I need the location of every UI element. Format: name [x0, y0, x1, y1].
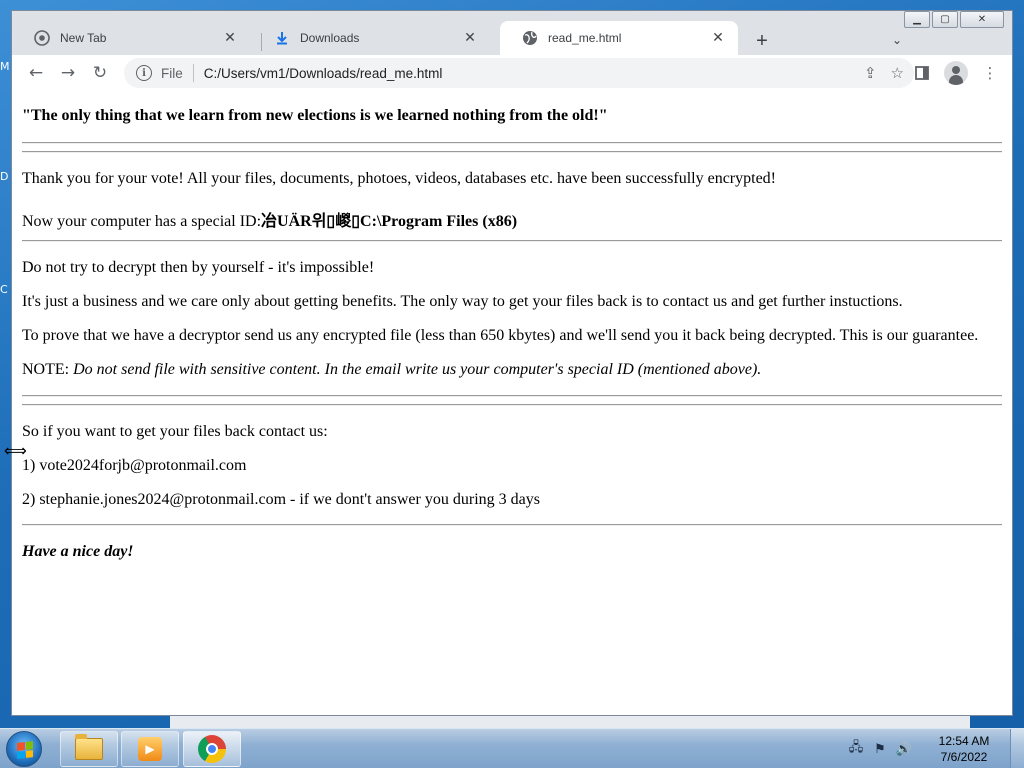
- contact-email-1: 1) vote2024forjb@protonmail.com: [22, 457, 247, 474]
- page-title-quote: "The only thing that we learn from new e…: [22, 107, 608, 124]
- info-icon[interactable]: i: [136, 65, 152, 81]
- bookmark-star-icon[interactable]: ☆: [891, 64, 904, 82]
- address-bar[interactable]: i File C:/Users/vm1/Downloads/read_me.ht…: [124, 58, 914, 88]
- windows-logo-icon: [17, 741, 33, 759]
- browser-window: ▁ ▢ ✕ New Tab ✕ Downloads ✕ read_me.html…: [11, 10, 1013, 716]
- divider: [22, 404, 1002, 406]
- note-body: Do not send file with sensitive content.…: [73, 361, 762, 378]
- new-tab-button[interactable]: +: [750, 29, 774, 53]
- chrome-icon: [198, 735, 226, 763]
- dont-decrypt-text: Do not try to decrypt then by yourself -…: [22, 259, 375, 276]
- omnibox-divider: [192, 64, 194, 82]
- tab-label: Downloads: [300, 31, 360, 45]
- clock-time: 12:54 AM: [938, 734, 990, 748]
- show-desktop-button[interactable]: [1010, 729, 1024, 768]
- divider: [22, 142, 1002, 144]
- volume-icon[interactable]: 🔊: [895, 740, 913, 758]
- closing-text: Have a nice day!: [22, 543, 134, 560]
- divider: [22, 151, 1002, 153]
- clock-date: 7/6/2022: [940, 750, 988, 764]
- tab-label: read_me.html: [548, 31, 622, 45]
- menu-kebab-icon[interactable]: ⋮: [976, 59, 1004, 87]
- tab-downloads[interactable]: Downloads ✕: [252, 21, 490, 55]
- divider: [22, 395, 1002, 397]
- start-button[interactable]: [6, 731, 42, 767]
- side-panel-icon[interactable]: [908, 59, 936, 87]
- browser-toolbar: ← → ↻ i File C:/Users/vm1/Downloads/read…: [12, 55, 1012, 91]
- close-tab-icon[interactable]: ✕: [710, 30, 726, 46]
- back-arrow-icon[interactable]: ←: [20, 57, 52, 89]
- page-content: "The only thing that we learn from new e…: [12, 91, 1012, 715]
- tab-strip: New Tab ✕ Downloads ✕ read_me.html ✕ + ⌄: [12, 19, 1012, 55]
- note-text: NOTE: Do not send file with sensitive co…: [22, 361, 761, 379]
- globe-icon: [522, 30, 538, 46]
- contact-intro-text: So if you want to get your files back co…: [22, 423, 328, 440]
- divider: [22, 240, 1002, 242]
- special-id-value: 冶UÄR위▯嵕▯C:\Program Files (x86): [261, 213, 518, 230]
- tab-search-chevron-icon[interactable]: ⌄: [892, 33, 902, 47]
- resize-cursor-icon: ⟺: [4, 441, 27, 460]
- taskbar: ▶ 🖧 ⚑ 🔊 12:54 AM 7/6/2022: [0, 728, 1024, 768]
- taskbar-explorer[interactable]: [60, 731, 118, 767]
- contact-email-2: 2) stephanie.jones2024@protonmail.com - …: [22, 491, 540, 508]
- note-label: NOTE:: [22, 361, 74, 378]
- tab-read-me[interactable]: read_me.html ✕: [500, 21, 738, 55]
- taskbar-media-player[interactable]: ▶: [121, 731, 179, 767]
- folder-icon: [75, 734, 103, 760]
- network-icon[interactable]: 🖧: [847, 740, 865, 758]
- chrome-icon: [34, 30, 50, 46]
- business-text: It's just a business and we care only ab…: [22, 293, 903, 310]
- reload-icon[interactable]: ↻: [84, 57, 116, 89]
- download-icon: [274, 30, 290, 46]
- forward-arrow-icon[interactable]: →: [52, 57, 84, 89]
- url-text[interactable]: C:/Users/vm1/Downloads/read_me.html: [204, 66, 864, 81]
- action-center-flag-icon[interactable]: ⚑: [871, 740, 889, 758]
- background-window-edge: [170, 716, 970, 728]
- close-tab-icon[interactable]: ✕: [462, 30, 478, 46]
- profile-avatar[interactable]: [942, 59, 970, 87]
- close-tab-icon[interactable]: ✕: [222, 30, 238, 46]
- url-scheme: File: [161, 65, 183, 81]
- media-player-icon: ▶: [138, 737, 162, 761]
- special-id-line: Now your computer has a special ID:冶UÄR위…: [22, 207, 517, 231]
- prove-text: To prove that we have a decryptor send u…: [22, 327, 979, 344]
- tab-label: New Tab: [60, 31, 107, 45]
- share-icon[interactable]: ⇪: [864, 64, 877, 82]
- clock[interactable]: 12:54 AM 7/6/2022: [924, 733, 1004, 765]
- tab-new-tab[interactable]: New Tab ✕: [12, 21, 250, 55]
- thank-you-text: Thank you for your vote! All your files,…: [22, 170, 777, 187]
- system-tray: 🖧 ⚑ 🔊 12:54 AM 7/6/2022: [844, 729, 1024, 768]
- divider: [22, 524, 1002, 526]
- special-id-label: Now your computer has a special ID:: [22, 213, 262, 230]
- avatar: [944, 61, 968, 85]
- taskbar-chrome[interactable]: [183, 731, 241, 767]
